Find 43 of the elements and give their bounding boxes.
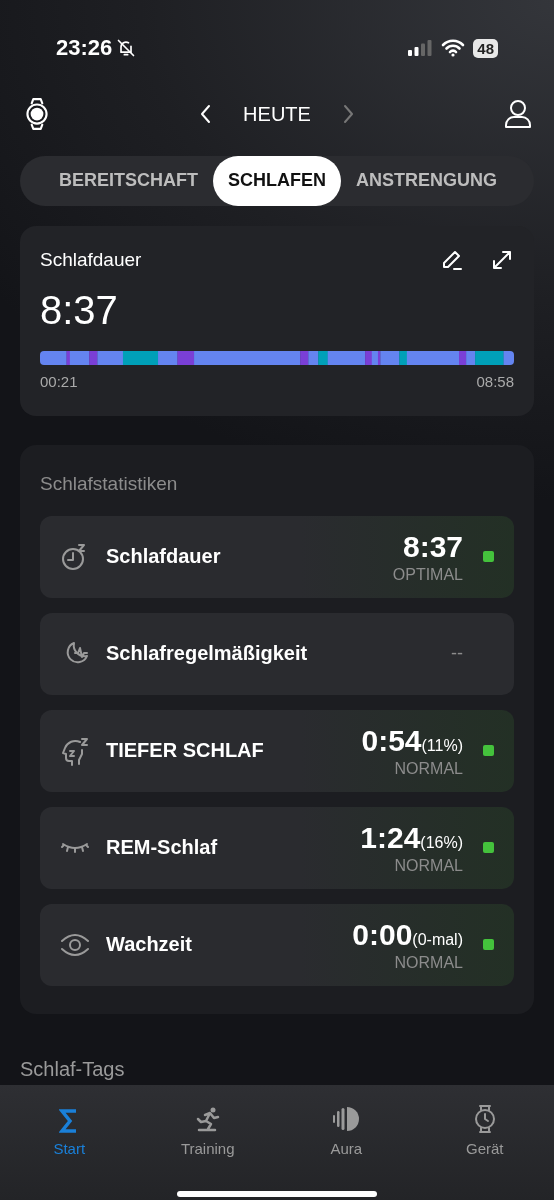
stat-rating: NORMAL (394, 759, 463, 778)
stat-label: TIEFER SCHLAF (106, 739, 265, 763)
battery-indicator: 48 (473, 38, 498, 58)
stat-row[interactable]: Schlafdauer 8:37 OPTIMAL (40, 515, 514, 598)
stat-label: Schlafregelmäßigkeit (106, 642, 309, 666)
signal-icon (407, 40, 434, 57)
stat-value: 1:24 (360, 820, 421, 855)
stat-label: Wachzeit (106, 933, 193, 957)
tab[interactable]: BEREITSCHAFT (44, 155, 213, 206)
head-sleep-icon (60, 735, 90, 766)
closed-eye-icon (60, 840, 90, 855)
nav-item[interactable]: Start (0, 1085, 139, 1158)
stat-label: REM-Schlaf (106, 836, 219, 860)
sleep-duration-value: 8:37 (40, 287, 119, 333)
stat-value: -- (451, 643, 463, 665)
watch-icon[interactable] (24, 97, 50, 132)
date-title: HEUTE (243, 102, 311, 126)
section-title: Schlaf-Tags (20, 1057, 126, 1082)
profile-icon[interactable] (504, 99, 532, 130)
stat-rating: OPTIMAL (392, 565, 463, 584)
stat-label: Schlafdauer (106, 545, 222, 569)
nav-item[interactable]: Gerät (415, 1085, 554, 1158)
wifi-icon (441, 39, 466, 58)
stat-row[interactable]: REM-Schlaf 1:24(16%) NORMAL (40, 806, 514, 889)
nav-item[interactable]: Training (138, 1085, 277, 1158)
nav-item[interactable]: Aura (277, 1085, 416, 1158)
stat-detail: (16%) (420, 833, 463, 852)
clock-time: 23:26 (56, 35, 113, 62)
end-time: 08:58 (476, 372, 514, 390)
tab[interactable]: SCHLAFEN (213, 155, 341, 206)
start-time: 00:21 (40, 372, 78, 390)
tab[interactable]: ANSTRENGUNG (341, 155, 512, 206)
stat-value: 8:37 (402, 529, 463, 564)
stat-rating: NORMAL (394, 953, 463, 972)
stat-detail: (0-mal) (412, 930, 463, 949)
stat-value: 0:54 (361, 723, 422, 758)
stat-detail: (11%) (421, 736, 463, 755)
stat-value: 0:00 (352, 917, 413, 952)
section-title: Schlafstatistiken (40, 472, 179, 495)
stat-row[interactable]: TIEFER SCHLAF 0:54(11%) NORMAL (40, 709, 514, 792)
stat-rating: NORMAL (394, 856, 463, 875)
stat-row[interactable]: Wachzeit 0:00(0-mal) NORMAL (40, 903, 514, 986)
card-title: Schlafdauer (40, 248, 142, 271)
